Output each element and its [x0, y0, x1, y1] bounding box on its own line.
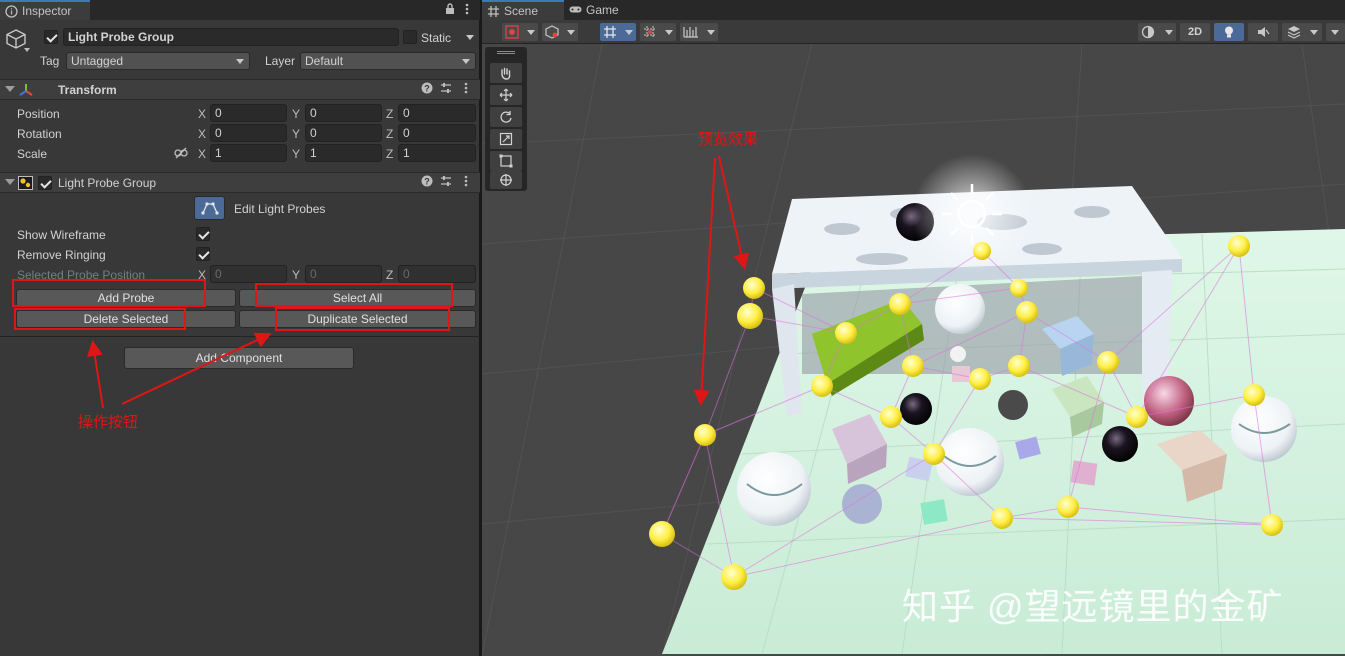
cube-render-icon [545, 25, 559, 39]
light-probe-sphere[interactable] [902, 355, 924, 377]
transform-tool[interactable] [490, 171, 522, 189]
draw-mode-button[interactable] [502, 23, 538, 41]
scene-toolbar: 2D [482, 20, 1345, 44]
chevron-down-icon [1331, 30, 1339, 35]
light-probe-sphere[interactable] [1261, 514, 1283, 536]
annotation-ops-label: 操作按钮 [78, 414, 139, 431]
effects-button[interactable] [1282, 23, 1322, 41]
light-probe-sphere[interactable] [880, 406, 902, 428]
watermark-text: 知乎 @望远镜里的金矿 [902, 586, 1284, 627]
scale-tool[interactable] [490, 129, 522, 149]
light-probe-sphere[interactable] [969, 368, 991, 390]
tab-scene-label: Scene [504, 4, 539, 18]
increment-snap-button[interactable] [640, 23, 676, 41]
rect-tool[interactable] [490, 151, 522, 171]
chevron-down-icon [1310, 30, 1318, 35]
rotate-tool[interactable] [490, 107, 522, 127]
light-probe-sphere[interactable] [1243, 384, 1265, 406]
scene-viewport[interactable] [482, 44, 1345, 656]
light-probe-sphere[interactable] [1228, 235, 1250, 257]
2d-mode-button[interactable]: 2D [1180, 23, 1210, 41]
light-probe-sphere[interactable] [973, 242, 991, 260]
tab-game[interactable]: Game [564, 0, 634, 20]
light-probe-sphere[interactable] [737, 303, 763, 329]
light-probe-sphere[interactable] [1010, 279, 1028, 297]
more-toolbar-button[interactable] [1326, 23, 1345, 41]
light-probe-sphere[interactable] [1097, 351, 1119, 373]
light-probe-sphere[interactable] [811, 375, 833, 397]
2d-mode-label: 2D [1187, 26, 1203, 38]
rotate-icon [500, 111, 512, 123]
move-tool[interactable] [490, 85, 522, 105]
hand-icon [501, 67, 511, 80]
tools-panel-grip[interactable] [497, 51, 515, 54]
light-probe-sphere[interactable] [1057, 496, 1079, 518]
scene-panel: Scene Game 2D 预览效果 知乎 @望远镜里的金矿 [482, 0, 1345, 656]
rect-transform-icon [499, 154, 513, 168]
scene-tools-panel [485, 47, 527, 191]
light-probe-sphere[interactable] [1008, 355, 1030, 377]
tab-scene[interactable]: Scene [482, 0, 564, 20]
visibility-button[interactable] [1138, 23, 1176, 41]
audio-mute-icon [1258, 27, 1270, 37]
light-probe-sphere[interactable] [889, 293, 911, 315]
chevron-down-icon [527, 30, 535, 35]
ruler-icon [683, 27, 698, 38]
chevron-down-icon [625, 30, 633, 35]
scale-icon [499, 132, 513, 146]
light-probe-sphere[interactable] [923, 443, 945, 465]
chevron-down-icon [665, 30, 673, 35]
chevron-down-icon [1165, 30, 1173, 35]
grid-snap-button[interactable] [600, 23, 636, 41]
light-probe-sphere[interactable] [694, 424, 716, 446]
gamepad-icon [569, 6, 582, 13]
render-mode-button[interactable] [542, 23, 578, 41]
light-probe-sphere[interactable] [649, 521, 675, 547]
tab-game-label: Game [586, 3, 619, 17]
light-probe-sphere[interactable] [721, 564, 747, 590]
light-probe-sphere[interactable] [991, 507, 1013, 529]
inspector-panel: Inspector Light Probe Group Static Tag U… [0, 0, 480, 656]
visibility-icon [1141, 25, 1155, 39]
annotation-arrows-ops [86, 332, 272, 409]
light-probe-sphere[interactable] [1126, 406, 1148, 428]
light-probe-sphere[interactable] [1016, 301, 1038, 323]
layers-effects-icon [1287, 26, 1301, 39]
grid-snap-icon [604, 26, 616, 38]
transform-combined-icon [500, 174, 512, 186]
chevron-down-icon [707, 30, 715, 35]
chevron-down-icon [567, 30, 575, 35]
audio-toggle-button[interactable] [1248, 23, 1278, 41]
hand-tool[interactable] [490, 63, 522, 83]
lighting-toggle-button[interactable] [1214, 23, 1244, 41]
grid-hash-icon [488, 6, 499, 17]
annotation-preview-label: 预览效果 [698, 131, 759, 148]
light-probe-sphere[interactable] [743, 277, 765, 299]
light-bulb-icon [1225, 26, 1233, 38]
light-probe-sphere[interactable] [835, 322, 857, 344]
scene-tabbar: Scene Game [482, 0, 1345, 20]
move-arrows-icon [499, 88, 513, 102]
ruler-snap-button[interactable] [680, 23, 718, 41]
shaded-mode-icon [505, 25, 519, 39]
increment-snap-icon [644, 26, 656, 38]
